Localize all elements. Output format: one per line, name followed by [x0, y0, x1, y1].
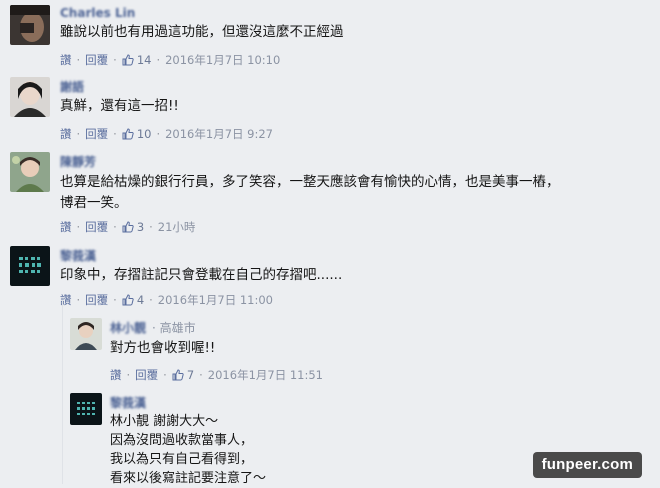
- comment-actions: 讚 · 回覆 · 10 · 2016年1月7日 9:27: [60, 126, 273, 142]
- like-link[interactable]: 讚: [60, 219, 72, 235]
- avatar[interactable]: [10, 5, 50, 45]
- commenter-name[interactable]: Charles Lin: [60, 6, 135, 20]
- comment-actions: 讚 · 回覆 · 3 · 21小時: [60, 219, 195, 235]
- timestamp[interactable]: 2016年1月7日 9:27: [165, 126, 273, 142]
- comment-actions: 讚 · 回覆 · 7 · 2016年1月7日 11:51: [110, 367, 323, 383]
- avatar[interactable]: [10, 77, 50, 117]
- separator: ·: [163, 368, 167, 382]
- separator: ·: [76, 293, 81, 307]
- like-thumb-icon: [122, 54, 134, 66]
- commenter-name[interactable]: 黎莪漢: [60, 247, 96, 264]
- separator: ·: [149, 220, 153, 234]
- separator: ·: [156, 127, 161, 141]
- like-thumb-icon: [172, 369, 184, 381]
- avatar[interactable]: [10, 246, 50, 286]
- reply-author[interactable]: 林小靚: [110, 319, 146, 336]
- avatar[interactable]: [10, 152, 50, 192]
- like-link[interactable]: 讚: [110, 367, 122, 383]
- timestamp[interactable]: 2016年1月7日 10:10: [165, 52, 280, 68]
- comment-text: 也算是給枯燥的銀行行員，多了笑容，一整天應該會有愉快的心情，也是美事一樁， 博君…: [60, 174, 560, 211]
- separator: ·: [113, 127, 117, 141]
- comment-text: 林小靚 謝謝大大～ 因為沒問過收款當事人， 我以為只有自己看得到， 看來以後寫註…: [110, 414, 267, 486]
- commenter-name[interactable]: 黎莪漢: [110, 394, 146, 411]
- reply-link[interactable]: 回覆: [85, 292, 108, 308]
- like-thumb-icon: [122, 221, 134, 233]
- comment-actions: 讚 · 回覆 · 14 · 2016年1月7日 10:10: [60, 52, 280, 68]
- separator: ·: [126, 368, 131, 382]
- like-count[interactable]: 3: [137, 220, 144, 234]
- separator: ·: [149, 293, 153, 307]
- commenter-name[interactable]: 陳靜芳: [60, 153, 96, 170]
- reply-link[interactable]: 回覆: [85, 52, 108, 68]
- like-link[interactable]: 讚: [60, 52, 72, 68]
- like-link[interactable]: 讚: [60, 126, 72, 142]
- comment-text: 雖說以前也有用過這功能，但還沒這麼不正經過: [60, 24, 344, 40]
- comment-text: 對方也會收到喔!!: [110, 340, 216, 356]
- like-count[interactable]: 7: [187, 368, 194, 382]
- like-count[interactable]: 14: [137, 53, 152, 67]
- timestamp[interactable]: 2016年1月7日 11:51: [208, 367, 323, 383]
- separator: ·: [76, 127, 81, 141]
- like-count[interactable]: 10: [137, 127, 152, 141]
- separator: ·: [113, 293, 117, 307]
- separator: ·: [199, 368, 203, 382]
- like-thumb-icon: [122, 294, 134, 306]
- reply-link[interactable]: 回覆: [85, 126, 108, 142]
- like-thumb-icon: [122, 128, 134, 140]
- comment-text: 真鮮，還有這一招!!: [60, 98, 179, 114]
- avatar[interactable]: [70, 318, 102, 350]
- timestamp[interactable]: 21小時: [158, 219, 196, 235]
- reply-link[interactable]: 回覆: [85, 219, 108, 235]
- separator: ·: [156, 53, 161, 67]
- location-label: · 高雄市: [152, 321, 196, 335]
- watermark-badge: funpeer.com: [532, 452, 642, 478]
- reply-thread-line: [62, 300, 63, 484]
- comment-text: 印象中，存摺註記只會登載在自己的存摺吧......: [60, 267, 343, 283]
- separator: ·: [76, 53, 81, 67]
- commenter-name[interactable]: 林小靚 · 高雄市: [110, 319, 196, 336]
- separator: ·: [76, 220, 81, 234]
- commenter-name[interactable]: 謝語: [60, 78, 84, 95]
- separator: ·: [113, 220, 117, 234]
- separator: ·: [113, 53, 117, 67]
- comment-actions: 讚 · 回覆 · 4 · 2016年1月7日 11:00: [60, 292, 273, 308]
- avatar[interactable]: [70, 393, 102, 425]
- timestamp[interactable]: 2016年1月7日 11:00: [158, 292, 273, 308]
- like-count[interactable]: 4: [137, 293, 144, 307]
- reply-link[interactable]: 回覆: [135, 367, 158, 383]
